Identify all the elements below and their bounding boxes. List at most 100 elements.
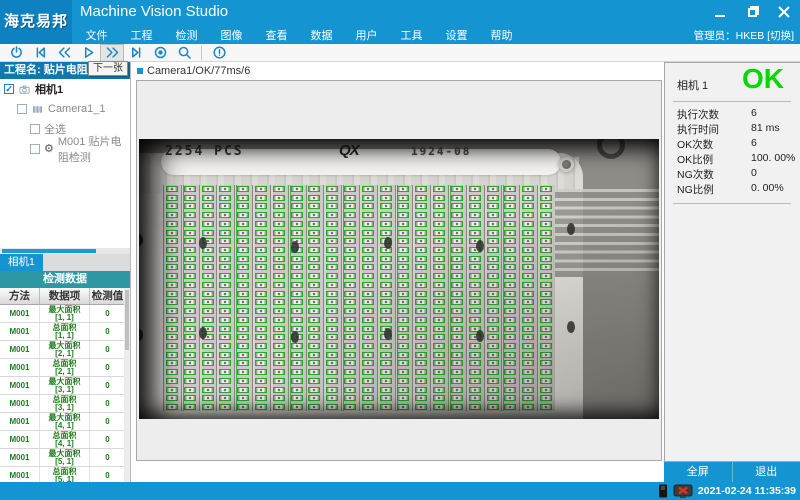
menu-item-7[interactable]: 用户 — [344, 28, 389, 45]
detection-box — [202, 221, 214, 227]
close-button[interactable] — [776, 4, 792, 20]
detection-box — [184, 203, 196, 209]
table-row[interactable]: M001最大面积[2, 1]0 — [0, 341, 125, 359]
detection-box — [540, 369, 552, 375]
table-row[interactable]: M001总面积[1, 1]0 — [0, 323, 125, 341]
detection-box — [219, 343, 231, 349]
tree-item-1[interactable]: ✓相机1 — [0, 79, 130, 99]
detection-box — [397, 221, 409, 227]
toolbar-zoom-button[interactable] — [172, 44, 196, 62]
fullscreen-button[interactable]: 全屏 — [664, 462, 733, 482]
menu-item-2[interactable]: 工程 — [119, 28, 164, 45]
detection-box — [522, 212, 534, 218]
scrollbar-thumb[interactable] — [2, 249, 96, 253]
detection-box — [326, 212, 338, 218]
detection-box — [451, 387, 463, 393]
menu-item-5[interactable]: 查看 — [254, 28, 299, 45]
detection-box — [202, 299, 214, 305]
detection-box — [326, 195, 338, 201]
menu-item-3[interactable]: 检测 — [164, 28, 209, 45]
detection-data-title: 检测数据 — [0, 271, 130, 288]
detection-box — [273, 195, 285, 201]
detection-box — [540, 395, 552, 401]
detection-box — [237, 273, 249, 279]
toolbar-run-button[interactable] — [76, 44, 100, 62]
table-row[interactable]: M001最大面积[3, 1]0 — [0, 377, 125, 395]
detection-box — [380, 308, 392, 314]
switch-user-button[interactable]: [切换] — [767, 30, 794, 42]
detection-box — [326, 343, 338, 349]
checkbox[interactable] — [30, 124, 40, 134]
detection-box — [291, 291, 303, 297]
camera-image[interactable]: 2254 PCS QX 1924-08 — [139, 139, 659, 419]
toolbar-first-image-button[interactable] — [28, 44, 52, 62]
detection-box — [380, 203, 392, 209]
detection-box — [202, 256, 214, 262]
table-row[interactable]: M001总面积[5, 1]0 — [0, 467, 125, 482]
detection-box — [237, 264, 249, 270]
menu-item-10[interactable]: 帮助 — [479, 28, 524, 45]
detection-box — [433, 221, 445, 227]
detection-box — [415, 247, 427, 253]
tree-item-2[interactable]: Camera1_1 — [0, 99, 130, 119]
detection-box — [362, 395, 374, 401]
detection-box — [415, 212, 427, 218]
detection-box — [166, 360, 178, 366]
detection-box — [344, 317, 356, 323]
tab-camera1[interactable]: 相机1 — [0, 254, 43, 271]
menu-item-1[interactable]: 文件 — [74, 28, 119, 45]
detection-box — [326, 273, 338, 279]
detection-box — [469, 343, 481, 349]
exit-button[interactable]: 退出 — [733, 462, 800, 482]
restore-button[interactable] — [744, 4, 760, 20]
detection-box — [219, 264, 231, 270]
table-row[interactable]: M001最大面积[4, 1]0 — [0, 413, 125, 431]
info-icon — [212, 45, 227, 60]
detection-box — [184, 291, 196, 297]
detection-box — [433, 256, 445, 262]
tree-item-4[interactable]: ⚙M001 贴片电阻检测 — [0, 139, 130, 159]
toolbar-power-button[interactable] — [4, 44, 28, 62]
detection-box — [166, 212, 178, 218]
menu-item-8[interactable]: 工具 — [389, 28, 434, 45]
detection-box — [166, 238, 178, 244]
minimize-button[interactable] — [712, 4, 728, 20]
detection-box — [219, 395, 231, 401]
detection-box — [273, 282, 285, 288]
table-row[interactable]: M001总面积[2, 1]0 — [0, 359, 125, 377]
menu-item-6[interactable]: 数据 — [299, 28, 344, 45]
detection-box — [255, 186, 267, 192]
table-row[interactable]: M001最大面积[1, 1]0 — [0, 305, 125, 323]
toolbar-next-image-button[interactable] — [100, 44, 124, 62]
detection-box — [326, 378, 338, 384]
toolbar-last-image-button[interactable] — [124, 44, 148, 62]
checkbox[interactable] — [17, 104, 27, 114]
record-icon — [153, 45, 168, 60]
detection-box — [326, 282, 338, 288]
checkbox[interactable]: ✓ — [4, 84, 14, 94]
checkbox[interactable] — [30, 144, 40, 154]
vertical-scrollbar[interactable] — [124, 288, 130, 482]
detection-box — [487, 308, 499, 314]
detection-box — [487, 395, 499, 401]
detection-box — [522, 326, 534, 332]
detection-box — [291, 404, 303, 410]
detection-box — [219, 282, 231, 288]
toolbar-record-button[interactable] — [148, 44, 172, 62]
col-data-item: 数据项 — [40, 288, 90, 304]
pcs-text: 2254 PCS — [165, 144, 244, 159]
detection-box — [433, 308, 445, 314]
sprocket-hole — [291, 241, 299, 253]
detection-box — [433, 343, 445, 349]
table-row[interactable]: M001总面积[4, 1]0 — [0, 431, 125, 449]
menu-item-9[interactable]: 设置 — [434, 28, 479, 45]
toolbar-info-button[interactable] — [207, 44, 231, 62]
toolbar-prev-image-button[interactable] — [52, 44, 76, 62]
table-row[interactable]: M001最大面积[5, 1]0 — [0, 449, 125, 467]
table-row[interactable]: M001总面积[3, 1]0 — [0, 395, 125, 413]
menu-item-4[interactable]: 图像 — [209, 28, 254, 45]
detection-box — [255, 395, 267, 401]
detection-box — [237, 299, 249, 305]
scrollbar-thumb[interactable] — [125, 290, 129, 350]
component-strip — [270, 185, 288, 411]
